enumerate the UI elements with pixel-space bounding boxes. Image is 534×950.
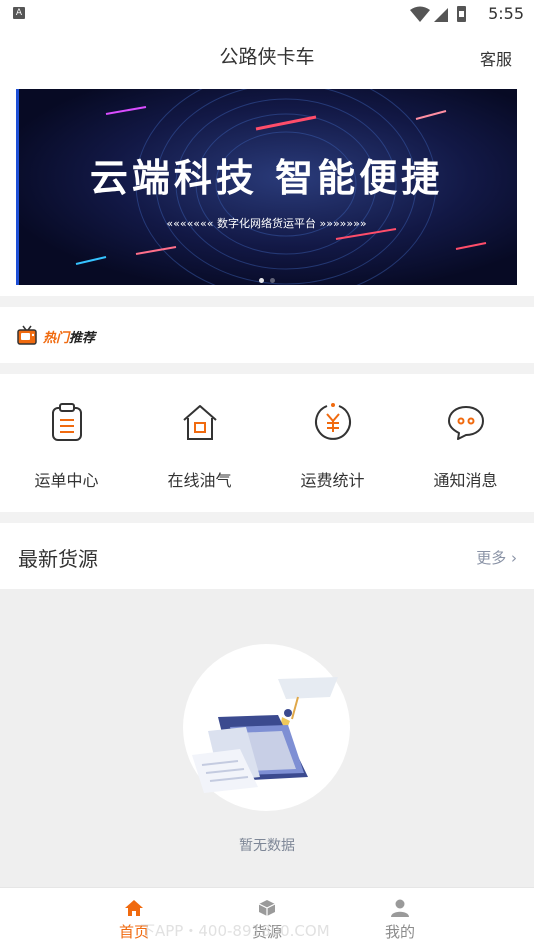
house-icon (183, 405, 217, 440)
empty-state-text: 暂无数据 (239, 838, 295, 854)
status-bar: A 5:55 (0, 0, 534, 28)
status-icons (410, 6, 466, 22)
banner-carousel[interactable]: 云端科技 智能便捷 ««««««« 数字化网络货运平台 »»»»»»» (16, 89, 517, 285)
signal-icon (434, 8, 448, 22)
feature-online-fuel[interactable]: 在线油气 (133, 374, 266, 512)
hot-recommend-label: 热门推荐 (43, 327, 95, 346)
tab-label: 首页 (118, 923, 149, 941)
title-bar: 公路侠卡车 客服 (0, 28, 534, 84)
home-icon (125, 900, 143, 916)
feature-notifications[interactable]: 通知消息 (399, 374, 532, 512)
chat-bubble-icon (448, 406, 484, 440)
yuan-icon (315, 403, 351, 440)
feature-freight-stats[interactable]: 运费统计 (266, 374, 399, 512)
feature-label: 通知消息 (433, 471, 498, 490)
bottom-tab-bar: 首页 货源 我的 下APP・400-891800.COM (0, 887, 534, 950)
tv-icon (17, 325, 37, 345)
section-title: 最新货源 (18, 547, 98, 571)
clipboard-icon (52, 403, 82, 441)
cube-icon (258, 900, 276, 916)
feature-label: 在线油气 (167, 471, 232, 490)
tab-label: 货源 (251, 923, 282, 941)
empty-box-illustration (192, 677, 338, 793)
empty-state: 暂无数据 (0, 589, 534, 887)
tab-label: 我的 (384, 923, 415, 941)
banner-subtitle: ««««««« 数字化网络货运平台 »»»»»»» (166, 217, 367, 230)
page-title: 公路侠卡车 (219, 46, 315, 68)
carousel-dot[interactable] (269, 278, 275, 283)
hot-label-black: 推荐 (69, 331, 96, 346)
carousel-indicator (16, 268, 517, 285)
tab-mine[interactable]: 我的 (360, 888, 440, 950)
newest-cargo-header: 最新货源 更多 › (0, 523, 534, 589)
tab-cargo[interactable]: 货源 (227, 888, 307, 950)
more-link[interactable]: 更多 › (476, 547, 517, 568)
banner-headline: 云端科技 智能便捷 (89, 156, 444, 200)
notification-badge: A (13, 7, 25, 19)
clock: 5:55 (488, 4, 524, 23)
person-icon (391, 899, 409, 917)
wifi-icon (410, 6, 430, 22)
customer-service-button[interactable]: 客服 (480, 46, 512, 70)
feature-label: 运单中心 (34, 471, 99, 490)
feature-label: 运费统计 (300, 471, 365, 490)
carousel-dot-active[interactable] (258, 278, 264, 283)
hot-label-red: 热门 (43, 331, 70, 346)
banner-section: 云端科技 智能便捷 ««««««« 数字化网络货运平台 »»»»»»» (0, 84, 534, 296)
feature-grid: 运单中心 在线油气 运费统计 通知消息 (0, 374, 534, 512)
hot-recommend-section: 热门推荐 (0, 307, 534, 363)
feature-waybill-center[interactable]: 运单中心 (0, 374, 133, 512)
tab-home[interactable]: 首页 (94, 888, 174, 950)
